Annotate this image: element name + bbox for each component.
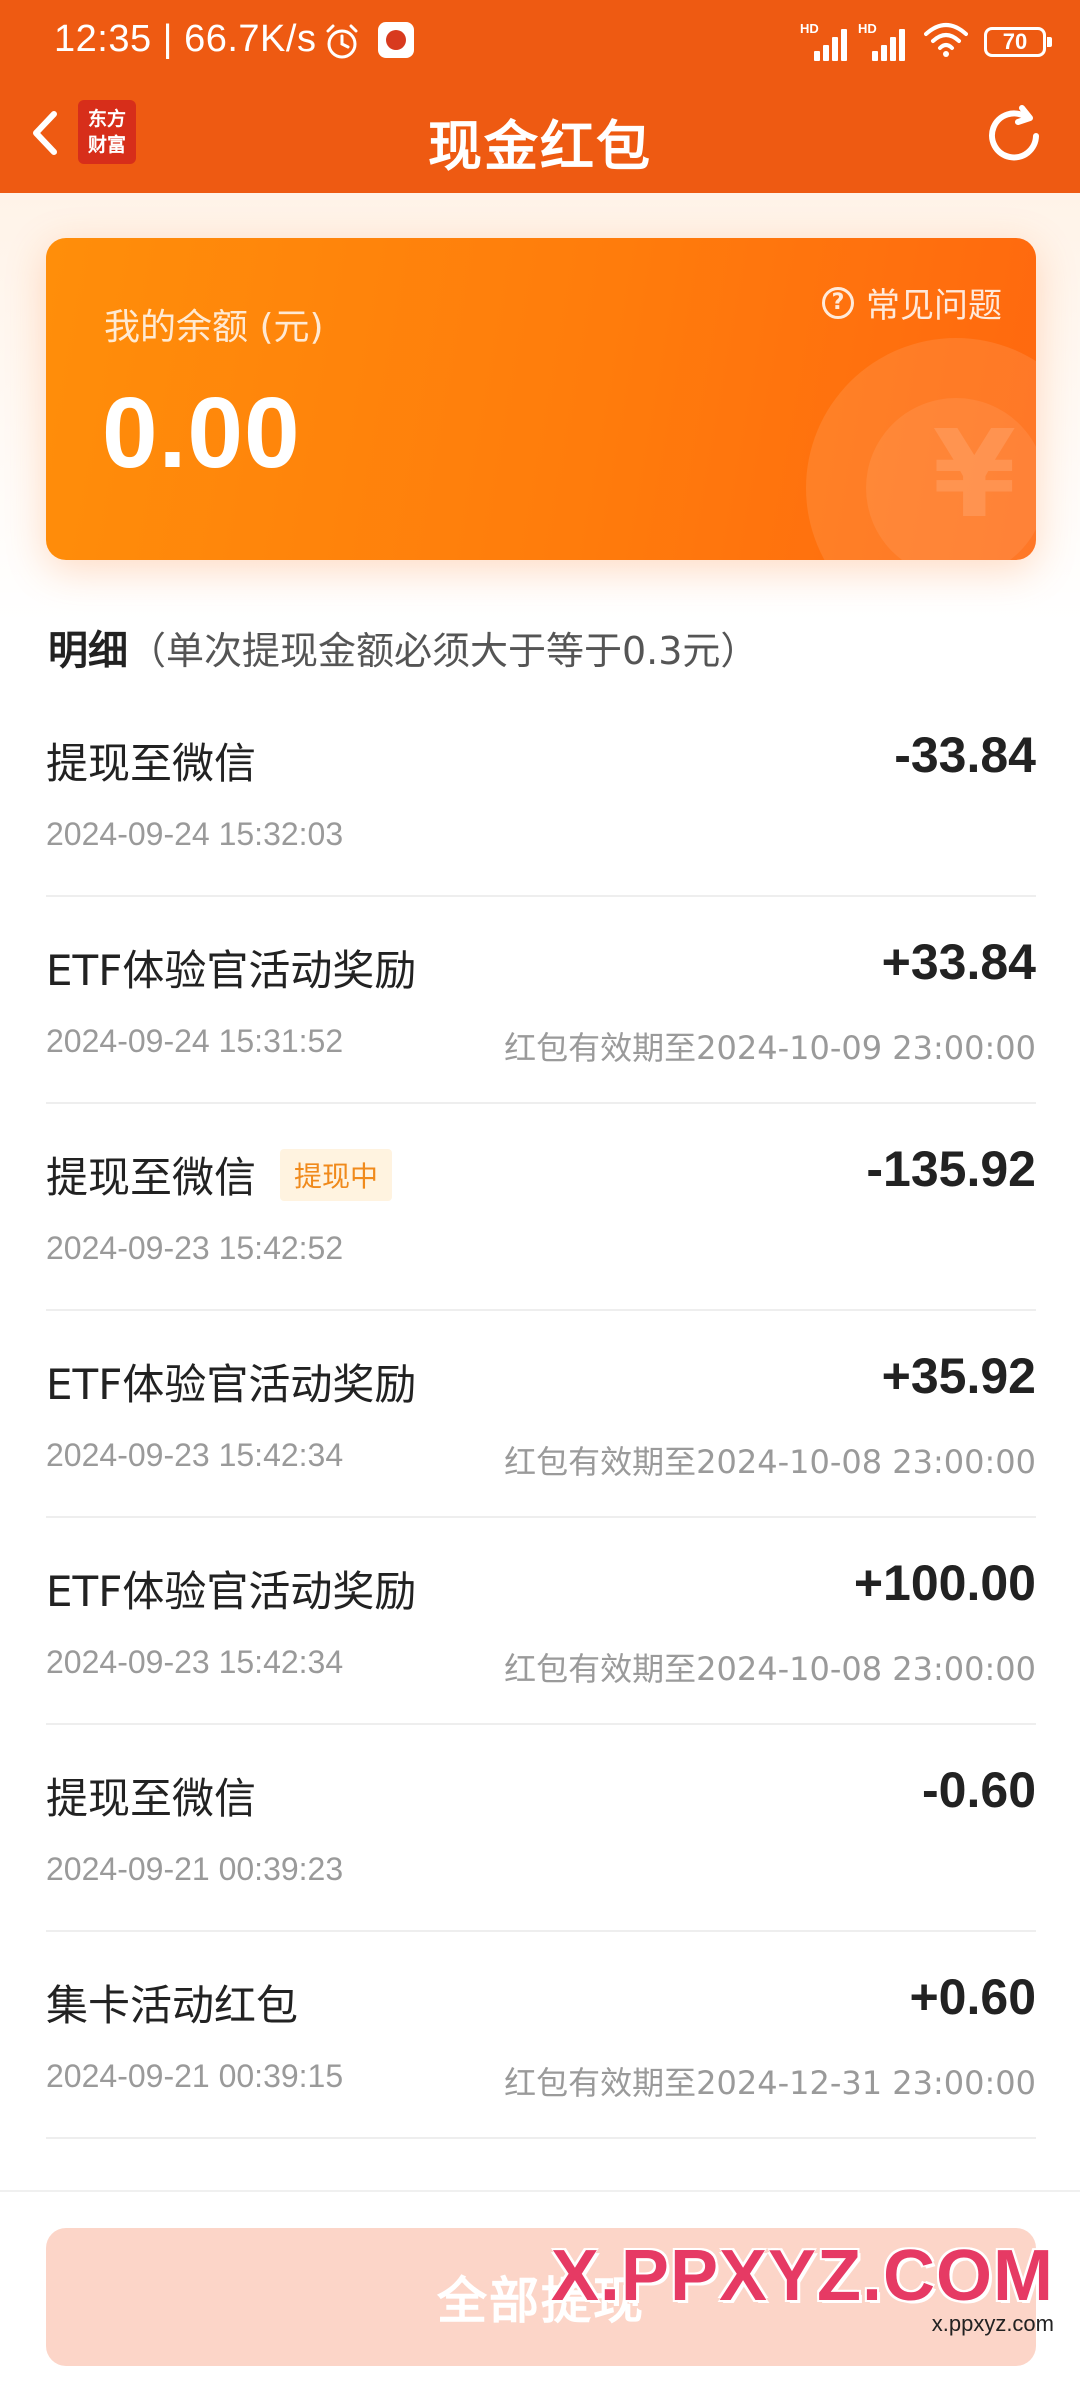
status-bar: 12:35 | 66.7K/s HD HD 70 bbox=[0, 0, 1080, 80]
transaction-name-text: 提现至微信 bbox=[46, 1153, 257, 1202]
transaction-name: 提现至微信 提现中 bbox=[46, 1144, 393, 1205]
transaction-amount: +100.00 bbox=[853, 1555, 1036, 1611]
notification-app-icon bbox=[378, 22, 414, 58]
status-badge: 提现中 bbox=[280, 1148, 393, 1201]
transaction-row: 集卡活动红包 +0.60 2024-09-21 00:39:15 红包有效期至2… bbox=[46, 1932, 1036, 2139]
transaction-name: 提现至微信 bbox=[46, 730, 256, 791]
balance-card: ¥ 我的余额 (元) ? 常见问题 0.00 bbox=[46, 238, 1036, 560]
transaction-time: 2024-09-24 15:31:52 bbox=[46, 1023, 344, 1059]
battery-level: 70 bbox=[1002, 29, 1028, 54]
transaction-amount: -0.60 bbox=[922, 1762, 1036, 1818]
transaction-time: 2024-09-23 15:42:34 bbox=[46, 1644, 344, 1680]
battery-icon: 70 bbox=[984, 27, 1052, 57]
transaction-name-text: 提现至微信 bbox=[46, 739, 257, 788]
transaction-name-text: ETF体验官活动奖励 bbox=[46, 946, 417, 995]
signal-strength-icon: HD bbox=[800, 21, 852, 61]
network-type-label: HD bbox=[800, 21, 819, 36]
status-time: 12:35 | 66.7K/s bbox=[54, 18, 317, 60]
transaction-row: 提现至微信 -33.84 2024-09-24 15:32:03 bbox=[46, 690, 1036, 897]
transaction-name-text: ETF体验官活动奖励 bbox=[46, 1360, 417, 1409]
yuan-symbol-icon: ¥ bbox=[932, 406, 1017, 545]
transaction-amount: +0.60 bbox=[909, 1969, 1036, 2025]
alarm-icon bbox=[322, 22, 362, 66]
balance-label: 我的余额 (元) bbox=[104, 307, 324, 348]
detail-heading: 明细（单次提现金额必须大于等于0.3元） bbox=[48, 618, 758, 676]
transaction-row: 提现至微信 -0.60 2024-09-21 00:39:23 bbox=[46, 1725, 1036, 1932]
transaction-name: ETF体验官活动奖励 bbox=[46, 1558, 416, 1619]
transaction-name: 提现至微信 bbox=[46, 1765, 256, 1826]
page-title: 现金红包 bbox=[428, 115, 652, 178]
watermark: X.PPXYZ.COM x.ppxyz.com bbox=[551, 2235, 1054, 2337]
header: 12:35 | 66.7K/s HD HD 70 东方 财富 现金红包 bbox=[0, 0, 1080, 193]
refresh-button[interactable] bbox=[978, 100, 1050, 172]
transaction-expiry: 红包有效期至2024-10-08 23:00:00 bbox=[504, 1650, 1036, 1688]
faq-label: 常见问题 bbox=[866, 286, 1002, 326]
transaction-amount: -135.92 bbox=[866, 1141, 1036, 1197]
transaction-row: ETF体验官活动奖励 +35.92 2024-09-23 15:42:34 红包… bbox=[46, 1311, 1036, 1518]
transaction-name: ETF体验官活动奖励 bbox=[46, 937, 416, 998]
transaction-time: 2024-09-21 00:39:15 bbox=[46, 2058, 344, 2094]
question-icon: ? bbox=[822, 286, 854, 319]
transaction-name: 集卡活动红包 bbox=[46, 1972, 298, 2033]
page: 12:35 | 66.7K/s HD HD 70 东方 财富 现金红包 ¥ 我的… bbox=[0, 0, 1080, 2400]
transaction-expiry: 红包有效期至2024-10-08 23:00:00 bbox=[504, 1443, 1036, 1481]
balance-value: 0.00 bbox=[102, 377, 301, 489]
transaction-amount: +33.84 bbox=[881, 934, 1036, 990]
transaction-time: 2024-09-23 15:42:52 bbox=[46, 1230, 344, 1266]
transaction-list: 提现至微信 -33.84 2024-09-24 15:32:03 ETF体验官活… bbox=[46, 690, 1036, 2139]
transaction-amount: +35.92 bbox=[881, 1348, 1036, 1404]
transaction-time: 2024-09-21 00:39:23 bbox=[46, 1851, 344, 1887]
signal-strength-icon-2: HD bbox=[858, 21, 910, 61]
watermark-main: X.PPXYZ.COM bbox=[550, 2236, 1054, 2316]
faq-link[interactable]: ? 常见问题 bbox=[822, 278, 1002, 327]
refresh-icon bbox=[989, 105, 1039, 161]
transaction-row: ETF体验官活动奖励 +33.84 2024-09-24 15:31:52 红包… bbox=[46, 897, 1036, 1104]
transaction-time: 2024-09-23 15:42:34 bbox=[46, 1437, 344, 1473]
nav-bar: 东方 财富 现金红包 bbox=[0, 80, 1080, 193]
detail-title: 明细 bbox=[48, 628, 128, 674]
transaction-name-text: 提现至微信 bbox=[46, 1774, 257, 1823]
status-indicators: HD HD 70 bbox=[794, 21, 1052, 62]
detail-note: （单次提现金额必须大于等于0.3元） bbox=[128, 629, 759, 673]
network-type-label-2: HD bbox=[858, 21, 877, 36]
transaction-row: 提现至微信 提现中 -135.92 2024-09-23 15:42:52 bbox=[46, 1104, 1036, 1311]
watermark-sub: x.ppxyz.com bbox=[931, 2311, 1054, 2336]
transaction-amount: -33.84 bbox=[894, 727, 1036, 783]
transaction-expiry: 红包有效期至2024-10-09 23:00:00 bbox=[504, 1029, 1036, 1067]
transaction-name-text: 集卡活动红包 bbox=[46, 1981, 299, 2030]
transaction-expiry: 红包有效期至2024-12-31 23:00:00 bbox=[504, 2064, 1036, 2102]
transaction-time: 2024-09-24 15:32:03 bbox=[46, 816, 344, 852]
transaction-name: ETF体验官活动奖励 bbox=[46, 1351, 416, 1412]
wifi-icon bbox=[924, 22, 968, 62]
transaction-row: ETF体验官活动奖励 +100.00 2024-09-23 15:42:34 红… bbox=[46, 1518, 1036, 1725]
transaction-name-text: ETF体验官活动奖励 bbox=[46, 1567, 417, 1616]
